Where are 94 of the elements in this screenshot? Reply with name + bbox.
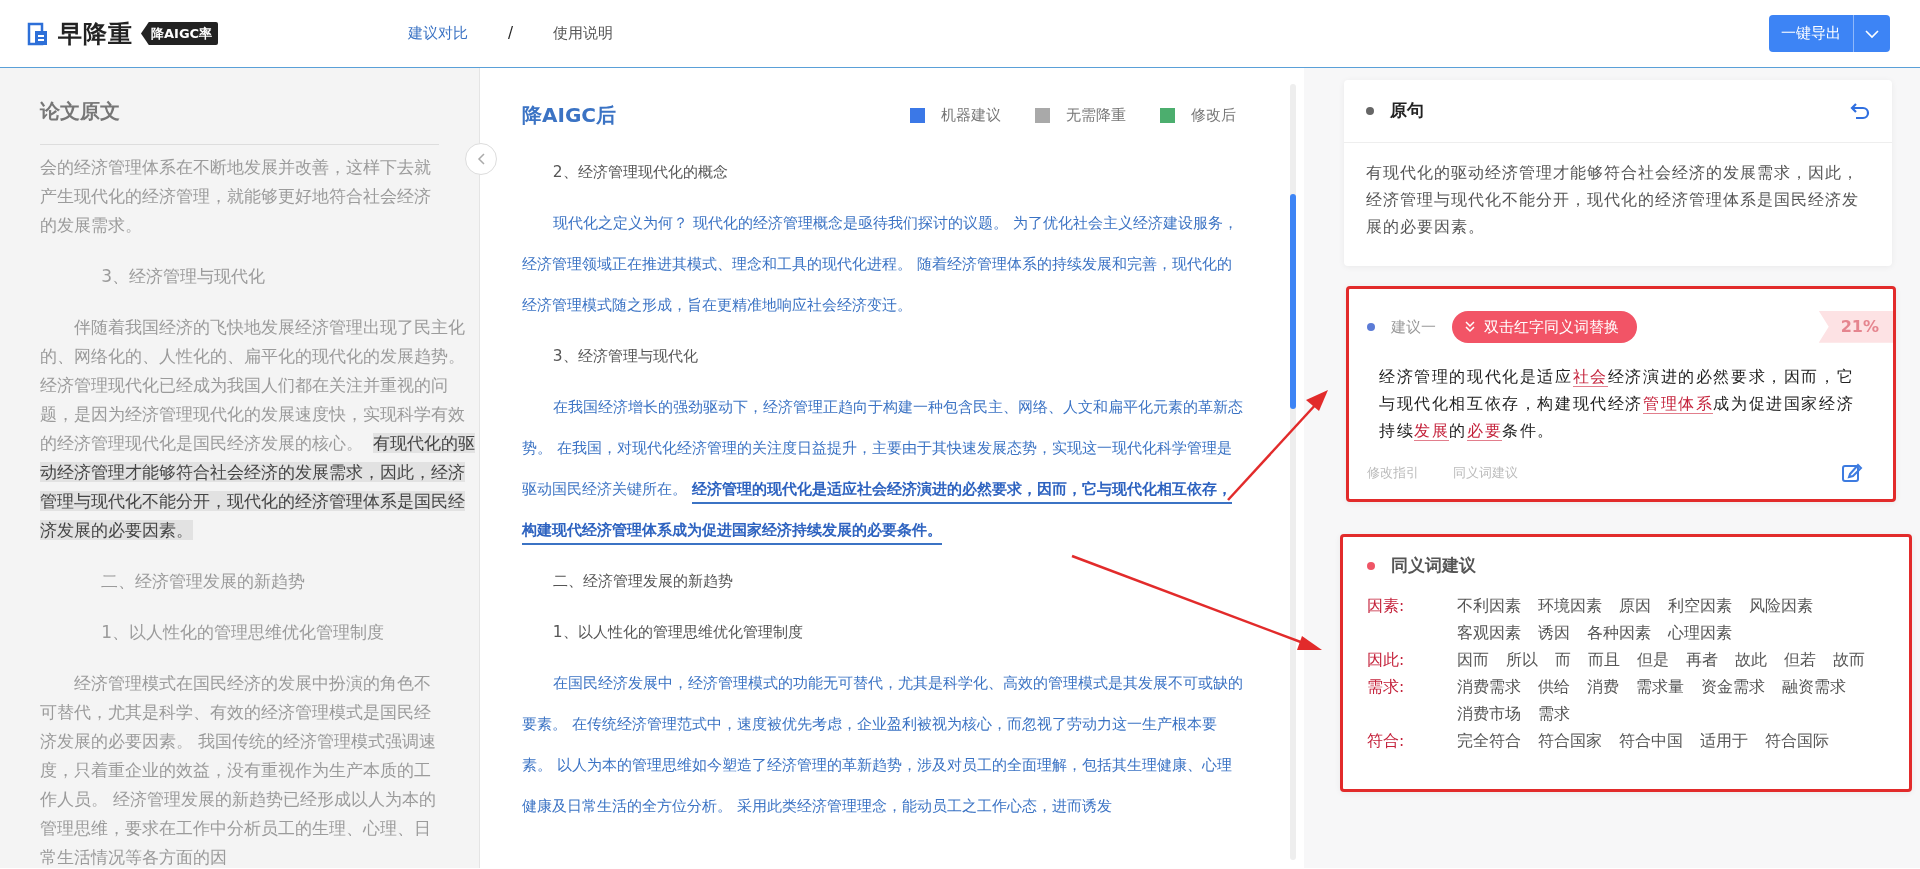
paragraph: 1、以人性化的管理思维优化管理制度 [100,621,385,644]
logo-text: 早降重 [58,18,133,50]
paragraph: 二、经济管理发展的新趋势 [551,571,734,592]
card-title: 同义词建议 [1391,554,1476,577]
synonym-option[interactable]: 需求 [1538,702,1570,726]
synonym-word: 符合: [1367,730,1406,752]
paragraph-text: 的经济管理现代化是国民经济发展的核心。 [40,433,363,453]
panel-title: 论文原文 [40,96,439,145]
paragraph: 二、经济管理发展的新趋势 [100,570,307,593]
synonym-word: 因素: [1367,595,1406,617]
synonym-word: 需求: [1367,676,1406,698]
export-menu-button[interactable] [1853,15,1890,52]
highlighted-text: 济发展的必要因素。 [40,520,193,540]
bullet-dot [1367,561,1375,570]
synonym-option[interactable]: 心理因素 [1668,621,1732,645]
synonym-option[interactable]: 完全符合 [1457,729,1521,753]
synonym-option[interactable]: 供给 [1538,675,1570,699]
synonym-option[interactable]: 融资需求 [1782,675,1846,699]
paragraph: 2、经济管理现代化的概念 [551,162,729,183]
card-title: 原句 [1390,99,1424,122]
synonym-option[interactable]: 各种因素 [1587,621,1651,645]
highlighted-text: 有现代化的驱 [373,433,476,453]
synonym-option[interactable]: 故此 [1735,648,1767,672]
synonym-option[interactable]: 消费需求 [1457,675,1521,699]
legend-label: 修改后 [1191,104,1236,126]
paragraph: 经济管理模式在国民经济的发展中扮演的角色不可替代，尤其是科学、有效的经济管理模式是国民经济发展的必要因素。 我国传统的经济管理模式强调速度，只着重企业的效益，没有重视作为生产本质的工作人员。 经济管理发展的新趋势已经形成以人为本的管理思维，要求在工作中分析员工的生理、心理、日常生活情况等各方面的因 [40,672,438,868]
export-button[interactable]: 一键导出 [1769,15,1853,52]
replaceable-word[interactable]: 管理体系 [1643,394,1714,414]
suggestion-text: 经济管理的现代化是适应 [1379,367,1573,386]
nav-link[interactable]: 建议对比 [408,22,469,45]
bullet-dot [1367,322,1375,331]
paragraph: 现代化之定义为何？ 现代化的经济管理概念是亟待我们探讨的议题。 为了优化社会主义经济建设服务，经济管理领域正在推进其模式、理念和工具的现代化进程。 随着经济管理体系的持续发展和完善，现代化的经济管理模式随之形成，旨在更精准地响应社会经济变迁。 [522,213,1239,316]
suggestion-text: 成为促进国家经济 [1713,394,1855,413]
highlighted-text: 动经济管理才能够符合社会经济的发展需求，因此，经济 [40,462,465,482]
synonym-option[interactable]: 不利因素 [1457,594,1521,618]
replaceable-word[interactable]: 发展 [1414,421,1450,441]
paragraph: 会的经济管理体系在不断地发展并改善，这样下去就产生现代化的经济管理，就能够更好地符合社会经济的发展需求。 [40,156,432,237]
synonym-option[interactable]: 诱因 [1538,621,1570,645]
synonym-option[interactable]: 但若 [1784,648,1816,672]
synonym-option[interactable]: 而 [1555,648,1571,672]
paragraph-text: 题，是因为经济管理现代化的发展速度快，实现科学有效 [40,404,465,424]
paragraph: 在国民经济发展中，经济管理模式的功能无可替代，尤其是科学化、高效的管理模式是其发展不可或缺的要素。 在传统经济管理范式中，速度被优先考虑，企业盈利被视为核心，而忽视了劳动力这一生产根本要素。 以人为本的管理思维如今塑造了经济管理的革新趋势，涉及对员工的全面理解，包括其生理健康、心理健康及日常生活的全方位分析。 采用此类经济管理理念，能动员工之工作心态，进而诱发 [522,673,1244,817]
synonym-option[interactable]: 客观因素 [1457,621,1521,645]
paragraph-text: 经济管理现代化已经成为我国人们都在关注并重视的问 [40,375,448,395]
synonym-option[interactable]: 故而 [1833,648,1865,672]
paragraph: 在我国经济增长的强劲驱动下，经济管理正趋向于构建一种包含民主、网络、人文和扁平化元素的革新态势。 在我国，对现代化经济管理的关注度日益提升，主要由于其快速发展态势，实现这一现代化科学管理是驱动国民经济关键所在。 经济管理的现代化是适应社会经济演进的必然要求，因而，它与现代化相互依存，构建现代经济管理体系成为促进国家经济持续发展的必要条件。 [522,387,1246,551]
nav-separator: / [508,23,514,45]
synonym-option[interactable]: 环境因素 [1538,594,1602,618]
synonym-option[interactable]: 但是 [1637,648,1669,672]
synonym-option[interactable]: 符合国家 [1538,729,1602,753]
legend-label: 无需降重 [1066,104,1126,126]
edit-icon[interactable] [1841,462,1863,483]
suggestion-text: 与现代化相互依存，构建现代经济 [1379,394,1643,413]
caret-icon [1864,27,1880,40]
legend-label: 机器建议 [941,104,1001,126]
suggestion-text: 的 [1449,421,1467,440]
logo-badge: 降AIGC率 [141,21,219,46]
suggestion-label: 建议一 [1391,316,1436,338]
bullet-dot [1366,106,1374,115]
replaceable-word[interactable]: 社会 [1572,367,1608,387]
paragraph: 1、以人性化的管理思维优化管理制度 [551,622,804,643]
highlighted-text: 管理与现代化不能分开，现代化的经济管理体系是国民经 [40,491,465,511]
synonym-option[interactable]: 所以 [1506,648,1538,672]
synonym-word: 因此: [1367,649,1406,671]
paragraph-text: 伴随着我国经济的飞快地发展经济管理出现了民主化 [74,317,465,337]
synonym-option[interactable]: 原因 [1619,594,1651,618]
chevron-down-icon [1464,320,1476,334]
scrollbar[interactable] [1290,84,1296,860]
suggestion-text: 经济演进的必然要求，因而，它 [1607,367,1855,386]
percent-tag: 21% [1818,310,1893,343]
suggestion-text: 持续 [1379,421,1415,440]
synonym-option[interactable]: 利空因素 [1668,594,1732,618]
suggestion-text: 条件。 [1502,421,1556,440]
synonym-option[interactable]: 适用于 [1700,729,1748,753]
synonym-option[interactable]: 消费 [1587,675,1619,699]
synonym-option[interactable]: 而且 [1588,648,1620,672]
synonym-option[interactable]: 再者 [1686,648,1718,672]
synonym-option[interactable]: 消费市场 [1457,702,1521,726]
logo-icon [26,21,50,46]
replaceable-word[interactable]: 必要 [1467,421,1503,441]
synonym-option[interactable]: 符合国际 [1765,729,1829,753]
synonym-option[interactable]: 风险因素 [1749,594,1813,618]
synonym-option[interactable]: 符合中国 [1619,729,1683,753]
sentence-text: 有现代化的驱动经济管理才能够符合社会经济的发展需求，因此，经济管理与现代化不能分开，现代化的经济管理体系是国民经济发展的必要因素。 [1365,161,1860,238]
undo-icon[interactable] [1850,101,1870,121]
synonym-option[interactable]: 因而 [1457,648,1489,672]
paragraph: 3、经济管理与现代化 [551,346,699,367]
chevron-left-icon [475,152,487,166]
nav-link[interactable]: 使用说明 [553,22,614,45]
panel-title: 降AIGC后 [522,102,616,129]
paragraph-text: 的、网络化的、人性化的、扁平化的现代化的发展趋势。 [40,346,465,366]
synonym-option[interactable]: 资金需求 [1701,675,1765,699]
synonym-option[interactable]: 需求量 [1636,675,1684,699]
paragraph: 3、经济管理与现代化 [100,265,266,288]
